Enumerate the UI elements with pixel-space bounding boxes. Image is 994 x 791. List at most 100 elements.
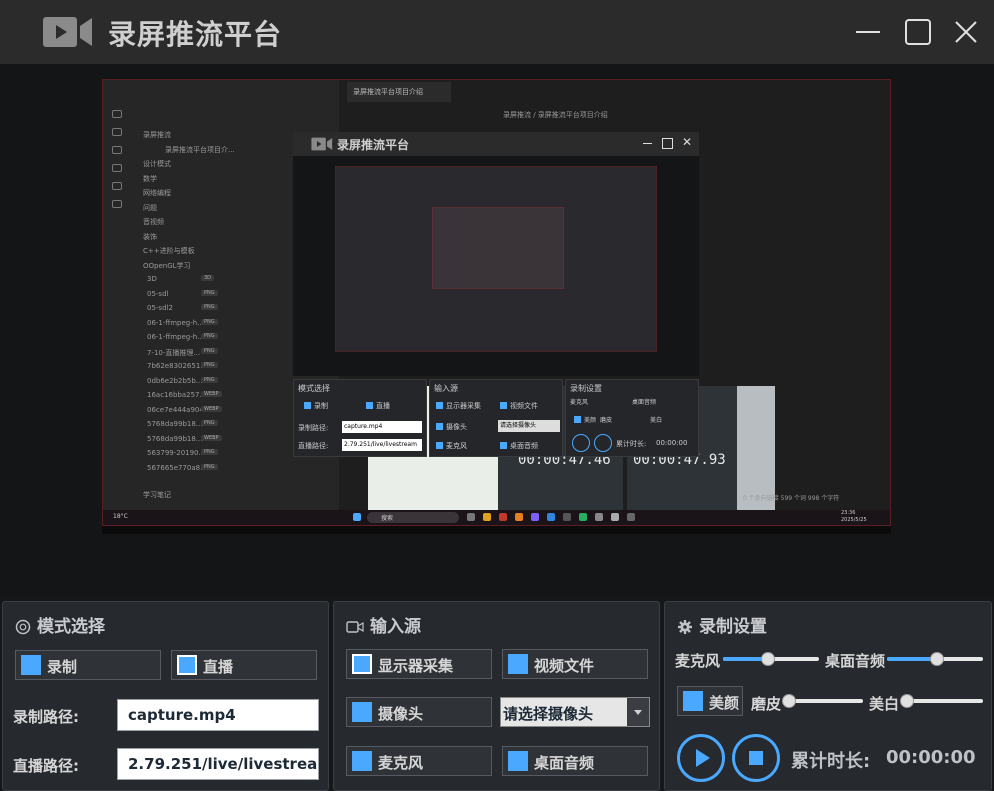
preview-file-tag: PNG: [201, 304, 218, 310]
radio-target-icon: [15, 619, 31, 635]
live-path-input[interactable]: 2.79.251/live/livestream: [117, 748, 319, 780]
smooth-slider[interactable]: [782, 694, 863, 708]
nested-capture: [335, 166, 657, 352]
preview-file-tag: PNG: [201, 289, 218, 296]
whiten-slider[interactable]: [900, 694, 983, 708]
preview-shadow: [102, 526, 891, 534]
nested-min-icon: [643, 143, 652, 144]
mic-volume-knob[interactable]: [761, 652, 776, 666]
nested-smooth: 磨皮: [600, 417, 613, 424]
smooth-knob[interactable]: [782, 694, 796, 708]
desktop-volume-slider[interactable]: [887, 652, 983, 666]
preview-tree-item: 学习笔记: [143, 491, 171, 499]
chevron-down-icon[interactable]: [627, 698, 649, 726]
nested-video-label: 视频文件: [510, 402, 538, 410]
record-path-input[interactable]: capture.mp4: [117, 699, 319, 731]
preview-file-tag: WEBP: [201, 434, 222, 441]
recorder-icon: [627, 513, 635, 521]
preview-time: 23:36: [841, 510, 856, 516]
close-icon[interactable]: [948, 14, 984, 50]
preview-file-tag: PNG: [201, 333, 218, 339]
preview-tree-item: 0db6e2b2b5b...: [147, 376, 203, 385]
preview-tree-item: C++进阶与模板: [143, 247, 195, 255]
play-button[interactable]: [677, 734, 725, 782]
preview-search-box: 搜索: [367, 512, 459, 523]
preview-breadcrumb: 录屏推流 / 录屏推流平台项目介绍: [503, 111, 608, 119]
beauty-checkbox[interactable]: [683, 691, 703, 711]
video-file-checkbox[interactable]: [508, 654, 528, 674]
mic-volume-slider[interactable]: [723, 652, 819, 666]
beauty-button[interactable]: 美颜: [677, 686, 743, 716]
live-mode-button[interactable]: 直播: [171, 650, 317, 680]
beauty-label: 美颜: [709, 694, 740, 712]
preview-tree-item: 06-1-ffmpeg-h...: [147, 318, 204, 327]
input-panel-title: 输入源: [370, 617, 421, 637]
nested-stop-icon: [594, 434, 612, 452]
elapsed-label: 累计时长:: [791, 751, 871, 772]
preview-tab: 录屏推流平台项目介绍: [347, 82, 451, 102]
preview-tree-item: 16ac16bba257...: [147, 391, 207, 399]
preview-file-tag: PNG: [201, 420, 218, 426]
nested-settings-title: 录制设置: [570, 384, 602, 393]
preview-date: 2025/5/25: [841, 517, 867, 523]
display-label: 显示器采集: [378, 657, 454, 675]
record-mode-button[interactable]: 录制: [15, 650, 161, 680]
nested-rec-path: capture.mp4: [342, 421, 422, 433]
whiten-knob[interactable]: [900, 694, 914, 708]
preview-tree-item: 网络编程: [143, 189, 171, 197]
nested-app-icon: [311, 137, 333, 151]
minimize-icon[interactable]: [850, 14, 886, 50]
nested-elapsed: 00:00:00: [656, 439, 688, 447]
preview-tree-item: OOpenGL学习: [143, 261, 191, 270]
mic-checkbox[interactable]: [352, 751, 372, 771]
mode-panel: 模式选择 录制 直播 录制路径: capture.mp4 直播路径: 2.79.…: [2, 601, 329, 791]
desktop-audio-button[interactable]: 桌面音频: [502, 746, 648, 776]
live-label: 直播: [203, 658, 234, 676]
input-panel: 输入源 显示器采集 视频文件 摄像头 请选择摄像头 麦克风 桌面音频: [333, 601, 660, 791]
stop-button[interactable]: [732, 734, 780, 782]
maximize-icon[interactable]: [900, 14, 936, 50]
record-checkbox[interactable]: [21, 655, 41, 675]
preview-tab-bar: 录屏推流平台项目介绍: [339, 80, 890, 102]
desktop-volume-knob[interactable]: [929, 652, 944, 666]
desktop-audio-checkbox[interactable]: [508, 751, 528, 771]
nested-camera-label: 摄像头: [446, 423, 467, 431]
gear-icon: [678, 620, 692, 634]
mode-panel-title: 模式选择: [37, 617, 105, 637]
display-capture-button[interactable]: 显示器采集: [346, 649, 492, 679]
camera-button[interactable]: 摄像头: [346, 697, 492, 727]
app-icon-6: [611, 513, 619, 521]
elapsed-value: 00:00:00: [886, 747, 976, 768]
nested-preview: [293, 156, 699, 376]
nested-set-desktop: 桌面音频: [632, 399, 657, 406]
live-checkbox[interactable]: [177, 655, 197, 675]
record-panel-header: 录制设置: [677, 612, 767, 637]
nested-mic-check: [436, 442, 443, 449]
template-icon: [112, 182, 122, 190]
app-icon-4: [579, 513, 587, 521]
canvas-icon: [112, 146, 122, 154]
preview-file-tag: WEBP: [201, 405, 222, 412]
mode-panel-header: 模式选择: [15, 612, 105, 637]
camera-checkbox[interactable]: [352, 702, 372, 722]
mic-button[interactable]: 麦克风: [346, 746, 492, 776]
nested-beauty: 美颜: [584, 417, 597, 424]
video-file-button[interactable]: 视频文件: [502, 649, 648, 679]
preview-file-tag: PNG: [201, 347, 218, 354]
preview-file-tag: 3D: [201, 275, 215, 281]
camera-select[interactable]: 请选择摄像头: [500, 697, 650, 727]
calendar-icon: [112, 164, 122, 172]
display-checkbox[interactable]: [352, 654, 372, 674]
title-bar: 录屏推流平台: [0, 0, 994, 64]
desktop-audio-label: 桌面音频: [534, 754, 595, 772]
record-settings-panel: 录制设置 麦克风 桌面音频 美颜 磨皮 美白 累计时长: 00:00:00: [664, 601, 992, 791]
video-camera-icon: [43, 17, 92, 47]
record-label: 录制: [47, 658, 78, 676]
preview-tree-item: 7b62e8302651...: [147, 362, 207, 370]
input-panel-header: 输入源: [346, 612, 421, 637]
start-icon: [353, 513, 361, 521]
camera-select-value: 请选择摄像头: [503, 705, 594, 723]
explorer-icon: [483, 513, 491, 521]
nested-desktop-label: 桌面音频: [510, 442, 538, 450]
nested-max-icon: [662, 138, 673, 149]
